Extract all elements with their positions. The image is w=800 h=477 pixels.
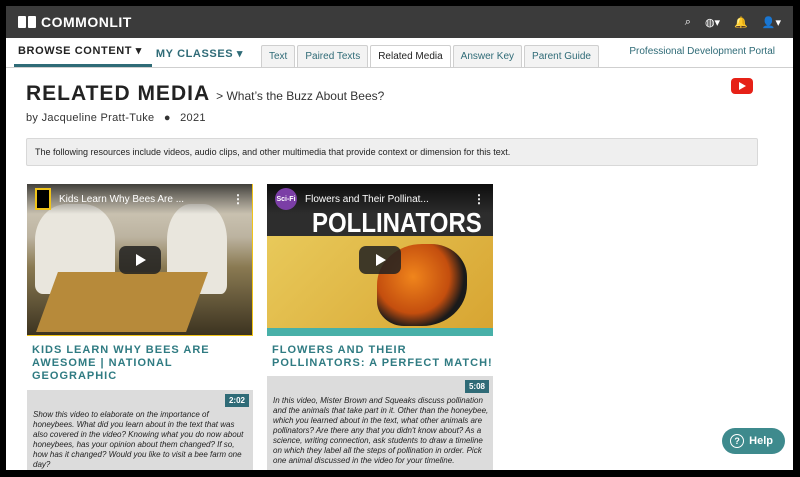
commonlit-logo[interactable]: COMMON LIT	[18, 14, 132, 30]
tab-text[interactable]: Text	[261, 45, 296, 67]
info-notice: The following resources include videos, …	[26, 138, 758, 166]
card-title[interactable]: KIDS LEARN WHY BEES ARE AWESOME | NATION…	[32, 344, 253, 384]
browse-content-menu[interactable]: BROWSE CONTENT ▾	[14, 44, 152, 67]
duration-badge: 5:08	[464, 380, 489, 393]
bell-icon[interactable]: 🔔	[734, 16, 748, 29]
thumbnail-strip	[267, 328, 493, 336]
media-card: POLLINATORS Sci-Fi Flowers and Their Pol…	[267, 184, 493, 470]
video-thumbnail[interactable]: Kids Learn Why Bees Are ... ⋮	[27, 184, 253, 336]
more-options-icon[interactable]: ⋮	[473, 192, 485, 206]
text-tabs: Text Paired Texts Related Media Answer K…	[261, 45, 599, 67]
book-icon	[18, 15, 36, 29]
media-card: Kids Learn Why Bees Are ... ⋮ KIDS LEARN…	[27, 184, 253, 470]
more-options-icon[interactable]: ⋮	[232, 192, 244, 206]
author: by Jacqueline Pratt-Tuke	[26, 112, 155, 124]
sub-nav: BROWSE CONTENT ▾ MY CLASSES ▾ Text Paire…	[6, 38, 793, 68]
description-box: 5:08 In this video, Mister Brown and Squ…	[267, 376, 493, 470]
video-title: Kids Learn Why Bees Are ...	[59, 193, 185, 205]
duration-badge: 2:02	[224, 394, 249, 407]
top-bar: COMMON LIT ⌕ ◍▾ 🔔 👤▾	[6, 6, 793, 38]
user-icon[interactable]: 👤▾	[762, 16, 781, 29]
media-cards: Kids Learn Why Bees Are ... ⋮ KIDS LEARN…	[27, 184, 793, 470]
page: COMMON LIT ⌕ ◍▾ 🔔 👤▾ BROWSE CONTENT ▾ MY …	[6, 6, 793, 470]
video-title: Flowers and Their Pollinat...	[305, 193, 429, 205]
separator-dot: ●	[163, 112, 171, 124]
description: In this video, Mister Brown and Squeaks …	[273, 396, 489, 465]
year: 2021	[180, 112, 206, 124]
professional-development-link[interactable]: Professional Development Portal	[629, 46, 775, 57]
help-button[interactable]: ? Help	[722, 428, 785, 454]
logo-bold: COMMON	[41, 14, 110, 30]
search-icon[interactable]: ⌕	[685, 16, 691, 29]
logo-light: LIT	[109, 14, 132, 30]
globe-icon[interactable]: ◍▾	[705, 16, 720, 29]
description: Show this video to elaborate on the impo…	[33, 410, 244, 469]
tab-parent-guide[interactable]: Parent Guide	[524, 45, 599, 67]
youtube-icon[interactable]	[731, 78, 753, 94]
hive-frame-image	[36, 272, 208, 332]
help-label: Help	[749, 435, 773, 447]
natgeo-channel-icon	[35, 188, 51, 210]
my-classes-menu[interactable]: MY CLASSES ▾	[152, 47, 253, 67]
play-button[interactable]	[119, 246, 161, 274]
page-title: RELATED MEDIA	[26, 82, 211, 105]
video-thumbnail[interactable]: POLLINATORS Sci-Fi Flowers and Their Pol…	[267, 184, 493, 336]
play-button[interactable]	[359, 246, 401, 274]
byline: by Jacqueline Pratt-Tuke ● 2021	[26, 112, 793, 124]
question-icon: ?	[730, 434, 745, 448]
tab-related-media[interactable]: Related Media	[370, 45, 451, 67]
text-title-link[interactable]: > What’s the Buzz About Bees?	[216, 89, 384, 103]
channel-icon: Sci-Fi	[275, 188, 297, 210]
description-box: 2:02 Show this video to elaborate on the…	[27, 390, 253, 470]
tab-answer-key[interactable]: Answer Key	[452, 45, 523, 67]
tab-paired-texts[interactable]: Paired Texts	[297, 45, 369, 67]
